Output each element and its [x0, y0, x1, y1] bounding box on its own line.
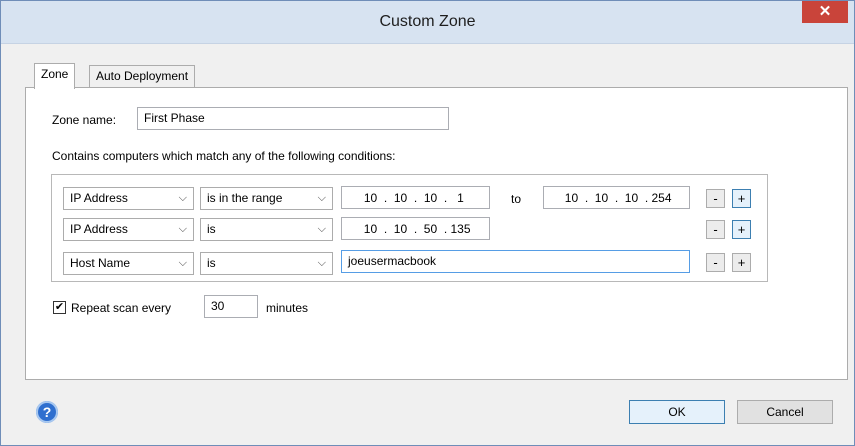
ip-range-end-input[interactable]: 10. 10. 10. 254	[543, 186, 690, 209]
condition-field-select[interactable]: Host Name ⌵	[63, 252, 194, 275]
condition-operator-select[interactable]: is ⌵	[200, 218, 333, 241]
repeat-interval-input[interactable]: 30	[204, 295, 258, 318]
condition-operator-value: is	[207, 256, 216, 270]
ip-octet: 10	[393, 221, 408, 236]
add-condition-button[interactable]: +	[732, 253, 751, 272]
condition-operator-select[interactable]: is ⌵	[200, 252, 333, 275]
condition-operator-value: is in the range	[207, 191, 283, 205]
ip-octet: 10	[393, 190, 408, 205]
chevron-down-icon: ⌵	[317, 223, 326, 235]
condition-field-value: IP Address	[70, 191, 128, 205]
ip-range-start-input[interactable]: 10. 10. 10. 1	[341, 186, 490, 209]
tab-auto-deployment[interactable]: Auto Deployment	[89, 65, 196, 87]
close-button[interactable]: ✕	[802, 1, 848, 23]
title-bar: Custom Zone ✕	[1, 1, 854, 44]
ip-octet: 10	[594, 190, 609, 205]
condition-field-value: Host Name	[70, 256, 131, 270]
dialog-title: Custom Zone	[379, 13, 476, 30]
host-name-input[interactable]: joeusermacbook	[341, 250, 690, 273]
condition-field-value: IP Address	[70, 222, 128, 236]
close-icon: ✕	[818, 3, 832, 20]
help-button[interactable]: ?	[36, 401, 58, 423]
ip-octet: 1	[457, 190, 464, 205]
remove-condition-button[interactable]: -	[706, 253, 725, 272]
remove-condition-button[interactable]: -	[706, 189, 725, 208]
repeat-scan-label: Repeat scan every	[71, 301, 172, 315]
ok-button[interactable]: OK	[629, 400, 725, 424]
help-icon: ?	[42, 404, 52, 420]
ip-octet: 10	[363, 190, 378, 205]
repeat-unit-label: minutes	[266, 301, 309, 315]
remove-condition-button[interactable]: -	[706, 220, 725, 239]
cancel-button[interactable]: Cancel	[737, 400, 833, 424]
condition-field-select[interactable]: IP Address ⌵	[63, 218, 194, 241]
ip-octet: 254	[651, 190, 672, 205]
condition-operator-select[interactable]: is in the range ⌵	[200, 187, 333, 210]
zone-name-input[interactable]: First Phase	[137, 107, 449, 130]
chevron-down-icon: ⌵	[178, 223, 187, 235]
tab-zone[interactable]: Zone	[34, 63, 76, 89]
condition-operator-value: is	[207, 222, 216, 236]
condition-field-select[interactable]: IP Address ⌵	[63, 187, 194, 210]
tab-auto-deployment-label: Auto Deployment	[96, 69, 189, 83]
chevron-down-icon: ⌵	[317, 192, 326, 204]
ip-address-input[interactable]: 10. 10. 50. 135	[341, 217, 490, 240]
add-condition-button[interactable]: +	[732, 189, 751, 208]
ip-octet: 10	[363, 221, 378, 236]
tab-zone-label: Zone	[41, 67, 69, 81]
ip-octet: 10	[624, 190, 639, 205]
chevron-down-icon: ⌵	[178, 192, 187, 204]
ip-octet: 10	[423, 190, 438, 205]
ip-octet: 50	[423, 221, 438, 236]
chevron-down-icon: ⌵	[317, 257, 326, 269]
conditions-description: Contains computers which match any of th…	[52, 149, 396, 163]
zone-name-label: Zone name:	[52, 113, 117, 127]
ip-octet: 10	[564, 190, 579, 205]
chevron-down-icon: ⌵	[178, 257, 187, 269]
add-condition-button[interactable]: +	[732, 220, 751, 239]
range-to-label: to	[511, 192, 522, 206]
repeat-scan-checkbox[interactable]: ✔	[53, 301, 66, 314]
ip-octet: 135	[450, 221, 471, 236]
